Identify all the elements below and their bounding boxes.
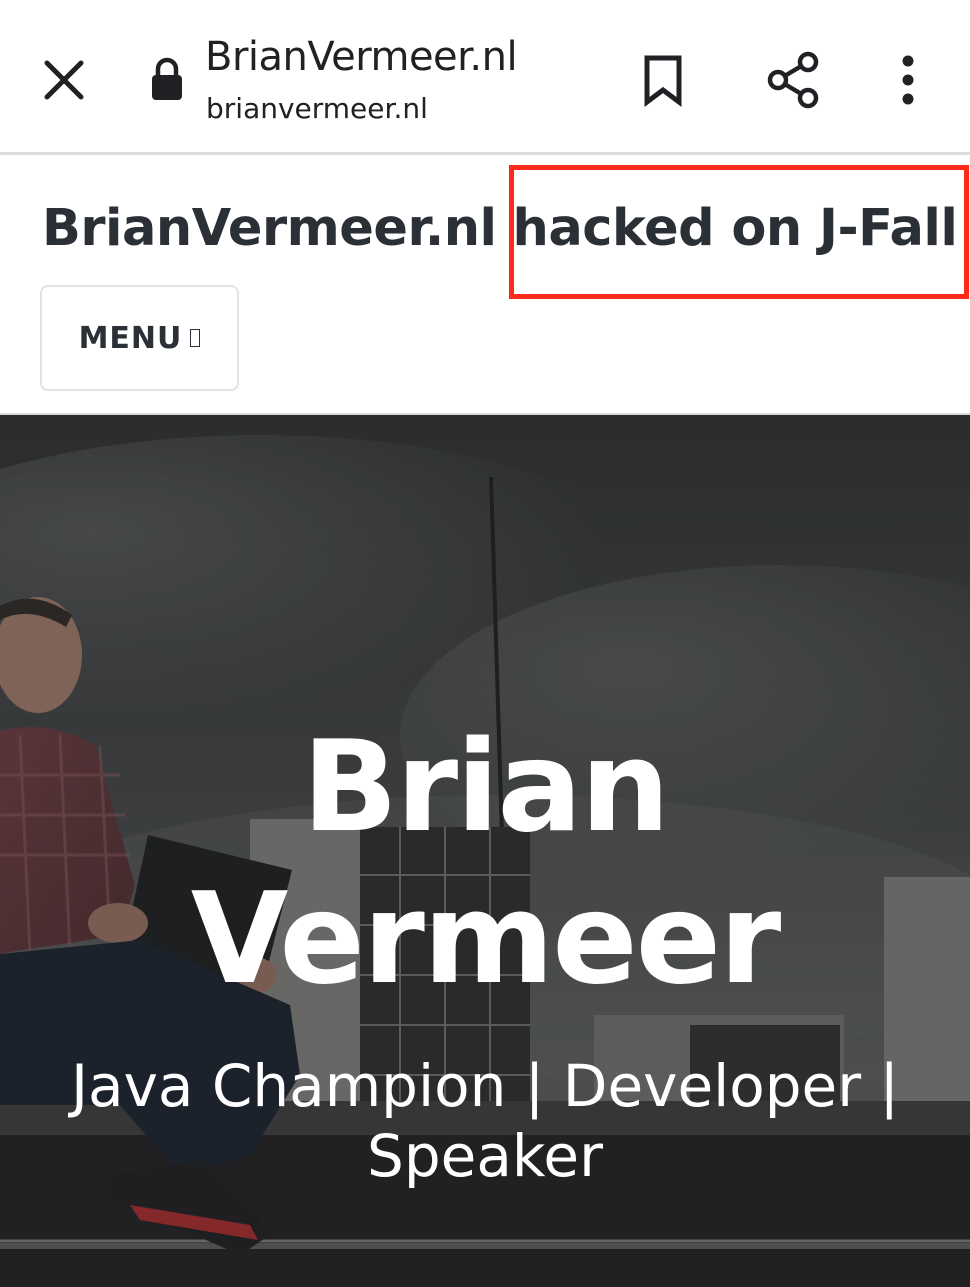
lock-icon: [152, 57, 182, 100]
bookmark-icon[interactable]: [636, 52, 690, 108]
site-header: BrianVermeer.nl hacked on J-Fall MENU: [0, 155, 970, 413]
more-vert-icon[interactable]: [888, 52, 928, 108]
menu-label: MENU: [78, 320, 183, 356]
url-text[interactable]: brianvermeer.nl: [206, 92, 428, 125]
custom-tab-toolbar: BrianVermeer.nl brianvermeer.nl: [0, 0, 970, 155]
hero-name-line2: Vermeer: [190, 865, 782, 1012]
site-title-main: BrianVermeer.nl: [42, 199, 497, 258]
browser-page: BrianVermeer.nl brianvermeer.nl BrianVer…: [0, 0, 970, 1287]
menu-toggle-icon: [190, 329, 201, 347]
site-title-hacked: hacked on J-Fall: [512, 199, 958, 258]
site-title[interactable]: BrianVermeer.nl hacked on J-Fall: [42, 199, 958, 258]
close-icon[interactable]: [38, 54, 90, 106]
hero-banner: Brian Vermeer Java Champion | Developer …: [0, 413, 970, 1287]
hero-name: Brian Vermeer: [0, 711, 970, 1015]
hero-name-line1: Brian: [301, 713, 670, 860]
share-icon[interactable]: [764, 50, 822, 110]
page-title: BrianVermeer.nl: [205, 34, 518, 80]
hero-tagline: Java Champion | Developer | Speaker: [70, 1052, 900, 1190]
menu-button[interactable]: MENU: [40, 285, 239, 391]
